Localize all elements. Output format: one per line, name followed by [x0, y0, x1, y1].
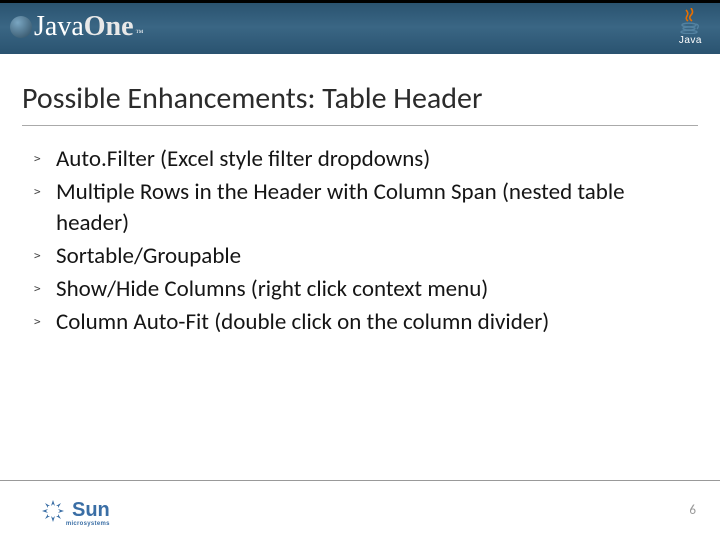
java-brand-label: Java — [679, 35, 702, 46]
sun-icon — [40, 498, 66, 524]
page-number: 6 — [689, 503, 696, 518]
list-item: > Column Auto-Fit (double click on the c… — [34, 307, 690, 338]
bullet-marker-icon: > — [34, 307, 56, 330]
javaone-logo: Java One ™ — [10, 11, 143, 43]
bullet-text: Multiple Rows in the Header with Column … — [56, 177, 690, 239]
bullet-text: Auto.Filter (Excel style filter dropdown… — [56, 144, 430, 175]
sun-label: Sun microsystems — [72, 499, 110, 522]
logo-text-java: Java — [34, 11, 84, 43]
slide-footer: Sun microsystems 6 — [0, 480, 720, 540]
logo-orb-icon — [10, 16, 32, 38]
java-brand-icon: Java — [679, 8, 702, 46]
bullet-marker-icon: > — [34, 177, 56, 200]
bullet-text: Column Auto-Fit (double click on the col… — [56, 307, 549, 338]
logo-text-one: One — [84, 11, 134, 43]
bullet-text: Sortable/Groupable — [56, 241, 241, 272]
sun-subtext: microsystems — [66, 521, 110, 527]
bullet-marker-icon: > — [34, 241, 56, 264]
sun-logo: Sun microsystems — [40, 498, 110, 524]
list-item: > Multiple Rows in the Header with Colum… — [34, 177, 690, 239]
title-bar: Java One ™ Java — [0, 0, 720, 54]
slide-content: > Auto.Filter (Excel style filter dropdo… — [0, 126, 720, 338]
bullet-marker-icon: > — [34, 144, 56, 167]
trademark-symbol: ™ — [136, 28, 144, 37]
slide-title: Possible Enhancements: Table Header — [22, 80, 698, 126]
bullet-marker-icon: > — [34, 274, 56, 297]
list-item: > Sortable/Groupable — [34, 241, 690, 272]
sun-label-text: Sun — [72, 499, 110, 521]
list-item: > Auto.Filter (Excel style filter dropdo… — [34, 144, 690, 175]
list-item: > Show/Hide Columns (right click context… — [34, 274, 690, 305]
bullet-text: Show/Hide Columns (right click context m… — [56, 274, 488, 305]
